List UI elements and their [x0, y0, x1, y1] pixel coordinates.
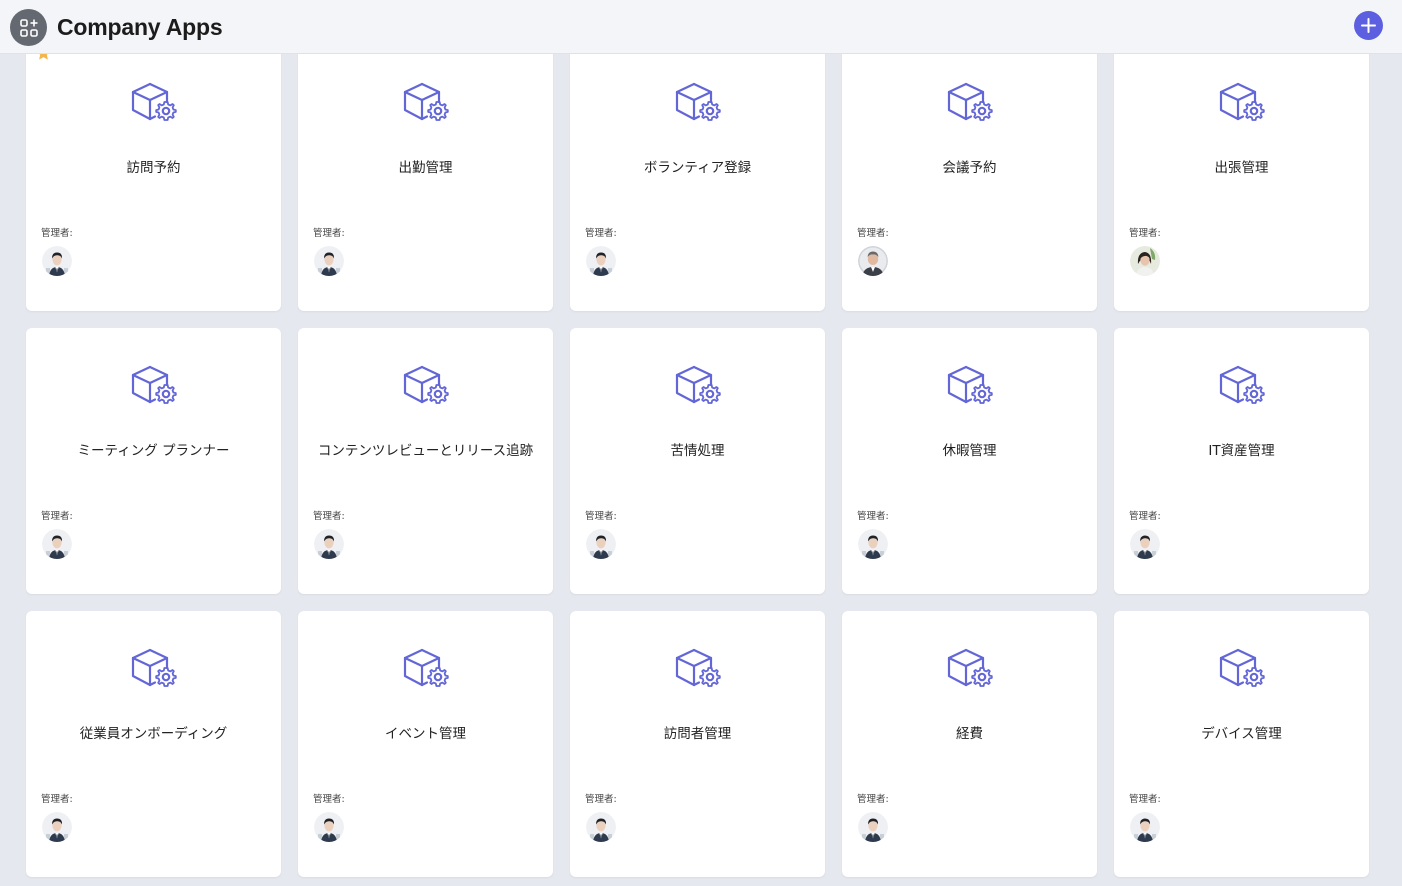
app-name: ミーティング プランナー: [77, 443, 230, 459]
app-card[interactable]: 出勤管理管理者:: [298, 45, 553, 311]
admin-avatar[interactable]: [1130, 529, 1160, 559]
app-name: 出張管理: [1214, 160, 1269, 176]
app-cube-gear-icon: [402, 647, 450, 689]
admin-avatar[interactable]: [586, 812, 616, 842]
app-card[interactable]: ボランティア登録管理者:: [570, 45, 825, 311]
admin-label: 管理者:: [857, 228, 889, 239]
app-cube-gear-icon: [674, 647, 722, 689]
app-name: 苦情処理: [670, 443, 725, 459]
app-cube-gear-icon: [946, 364, 994, 406]
app-cube-gear-icon: [130, 364, 178, 406]
app-card[interactable]: コンテンツレビューとリリース追跡管理者:: [298, 328, 553, 594]
app-card[interactable]: 訪問予約管理者:: [26, 45, 281, 311]
app-card[interactable]: デバイス管理管理者:: [1114, 611, 1369, 877]
admin-avatar[interactable]: [42, 812, 72, 842]
page-title: Company Apps: [57, 14, 223, 40]
app-cube-gear-icon: [402, 81, 450, 123]
plus-icon: [1361, 18, 1376, 33]
app-card[interactable]: 休暇管理管理者:: [842, 328, 1097, 594]
app-name: デバイス管理: [1201, 726, 1282, 742]
admin-label: 管理者:: [585, 794, 617, 805]
app-name: 会議予約: [942, 160, 997, 176]
add-app-button[interactable]: [1354, 11, 1383, 40]
app-name: 経費: [956, 726, 983, 742]
app-card[interactable]: 訪問者管理管理者:: [570, 611, 825, 877]
apps-grid-icon[interactable]: [10, 9, 47, 46]
app-cube-gear-icon: [1218, 364, 1266, 406]
admin-avatar[interactable]: [586, 529, 616, 559]
admin-avatar[interactable]: [586, 246, 616, 276]
admin-avatar[interactable]: [1130, 812, 1160, 842]
admin-avatar[interactable]: [314, 529, 344, 559]
admin-avatar[interactable]: [42, 246, 72, 276]
admin-label: 管理者:: [41, 228, 73, 239]
admin-label: 管理者:: [585, 511, 617, 522]
app-name: 従業員オンボーディング: [79, 726, 228, 742]
admin-label: 管理者:: [1129, 511, 1161, 522]
app-card[interactable]: ミーティング プランナー管理者:: [26, 328, 281, 594]
app-card[interactable]: 経費管理者:: [842, 611, 1097, 877]
admin-label: 管理者:: [857, 794, 889, 805]
app-card[interactable]: 出張管理管理者:: [1114, 45, 1369, 311]
app-card[interactable]: 従業員オンボーディング管理者:: [26, 611, 281, 877]
app-name: 訪問者管理: [663, 726, 732, 742]
admin-label: 管理者:: [313, 511, 345, 522]
admin-avatar[interactable]: [858, 529, 888, 559]
app-cube-gear-icon: [1218, 647, 1266, 689]
app-name: 出勤管理: [398, 160, 453, 176]
admin-label: 管理者:: [857, 511, 889, 522]
admin-label: 管理者:: [585, 228, 617, 239]
app-name: IT資産管理: [1208, 443, 1275, 459]
app-cube-gear-icon: [946, 647, 994, 689]
app-name: イベント管理: [385, 726, 466, 742]
top-bar: Company Apps: [0, 0, 1402, 54]
app-card[interactable]: 会議予約管理者:: [842, 45, 1097, 311]
admin-label: 管理者:: [1129, 794, 1161, 805]
app-cube-gear-icon: [674, 364, 722, 406]
app-cube-gear-icon: [130, 647, 178, 689]
admin-label: 管理者:: [41, 794, 73, 805]
admin-label: 管理者:: [313, 228, 345, 239]
admin-avatar[interactable]: [42, 529, 72, 559]
app-grid: 訪問予約 管理者: 出勤管理 管理者: ボランティア登録 管理者: 会議予約 管理者: 出張管理…: [0, 0, 1402, 886]
app-name: ボランティア登録: [643, 160, 752, 176]
app-card[interactable]: イベント管理管理者:: [298, 611, 553, 877]
admin-label: 管理者:: [313, 794, 345, 805]
app-name: 休暇管理: [942, 443, 997, 459]
admin-avatar[interactable]: [858, 812, 888, 842]
admin-avatar[interactable]: [314, 812, 344, 842]
app-card[interactable]: 苦情処理管理者:: [570, 328, 825, 594]
admin-avatar[interactable]: [1130, 246, 1160, 276]
app-cube-gear-icon: [674, 81, 722, 123]
admin-label: 管理者:: [1129, 228, 1161, 239]
app-cube-gear-icon: [1218, 81, 1266, 123]
app-name: コンテンツレビューとリリース追跡: [317, 443, 534, 459]
admin-avatar[interactable]: [858, 246, 888, 276]
app-card[interactable]: IT資産管理管理者:: [1114, 328, 1369, 594]
app-cube-gear-icon: [402, 364, 450, 406]
admin-label: 管理者:: [41, 511, 73, 522]
app-name: 訪問予約: [126, 160, 181, 176]
admin-avatar[interactable]: [314, 246, 344, 276]
app-cube-gear-icon: [946, 81, 994, 123]
app-cube-gear-icon: [130, 81, 178, 123]
